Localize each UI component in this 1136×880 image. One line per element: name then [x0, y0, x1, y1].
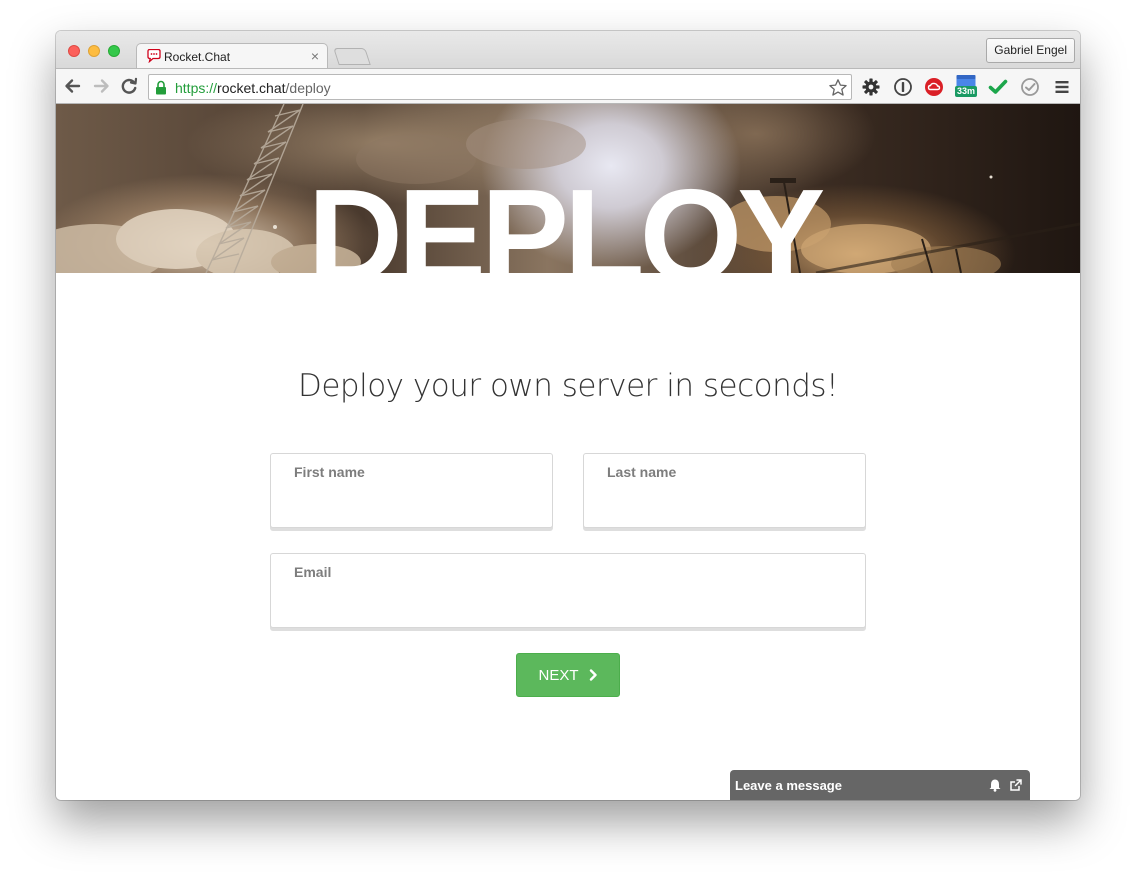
profile-button[interactable]: Gabriel Engel [986, 38, 1075, 63]
browser-toolbar: https://rocket.chat/deploy 33m [56, 68, 1080, 104]
email-label: Email [294, 564, 332, 580]
bookmark-star-icon[interactable] [828, 78, 848, 98]
email-field[interactable]: Email [270, 553, 866, 628]
close-window-button[interactable] [68, 45, 80, 57]
livechat-widget[interactable]: Leave a message [730, 770, 1030, 800]
password-manager-icon[interactable] [893, 77, 913, 97]
page-headline: Deploy your own server in seconds! [297, 368, 839, 404]
page-content: DEPLOY Deploy your own server in seconds… [56, 104, 1080, 800]
last-name-input[interactable] [606, 488, 843, 518]
last-name-label: Last name [607, 464, 677, 480]
url-scheme: https:// [175, 80, 218, 96]
secure-lock-icon [156, 80, 166, 95]
rocket-chat-favicon-icon [147, 49, 161, 63]
last-name-field[interactable]: Last name [583, 453, 866, 528]
next-button-label: NEXT [538, 666, 579, 684]
chevron-right-icon [589, 669, 597, 681]
task-check-icon[interactable] [1020, 77, 1040, 97]
back-arrow-icon[interactable] [62, 75, 84, 97]
url-host: rocket.chat [217, 80, 286, 96]
browser-window: Rocket.Chat × Gabriel Engel https://rock… [56, 31, 1080, 800]
check-mark-icon[interactable] [988, 77, 1008, 97]
address-bar[interactable]: https://rocket.chat/deploy [148, 74, 852, 100]
first-name-label: First name [294, 464, 365, 480]
first-name-field[interactable]: First name [270, 453, 553, 528]
next-button[interactable]: NEXT [516, 653, 620, 697]
hero-banner: DEPLOY [56, 104, 1080, 273]
url-path: /deploy [285, 80, 331, 96]
hero-title: DEPLOY [307, 162, 826, 274]
reload-icon[interactable] [118, 75, 140, 97]
first-name-input[interactable] [293, 488, 530, 518]
bell-icon[interactable] [988, 778, 1002, 792]
extension-badge: 33m [955, 86, 977, 97]
zoom-window-button[interactable] [108, 45, 120, 57]
new-tab-button[interactable] [333, 48, 371, 65]
tab-rocket-chat[interactable]: Rocket.Chat × [136, 43, 328, 69]
livechat-title: Leave a message [735, 778, 842, 793]
tab-close-icon[interactable]: × [311, 48, 319, 64]
calendar-extension[interactable]: 33m [955, 74, 977, 98]
creative-cloud-icon[interactable] [924, 77, 944, 97]
forward-arrow-icon[interactable] [90, 75, 112, 97]
tab-strip: Rocket.Chat × Gabriel Engel [56, 31, 1080, 69]
minimize-window-button[interactable] [88, 45, 100, 57]
external-link-icon[interactable] [1009, 778, 1023, 792]
email-input[interactable] [293, 588, 843, 618]
tab-title: Rocket.Chat [164, 50, 231, 64]
menu-hamburger-icon[interactable] [1052, 77, 1072, 97]
settings-gear-icon[interactable] [861, 77, 881, 97]
url-text: https://rocket.chat/deploy [175, 80, 331, 96]
